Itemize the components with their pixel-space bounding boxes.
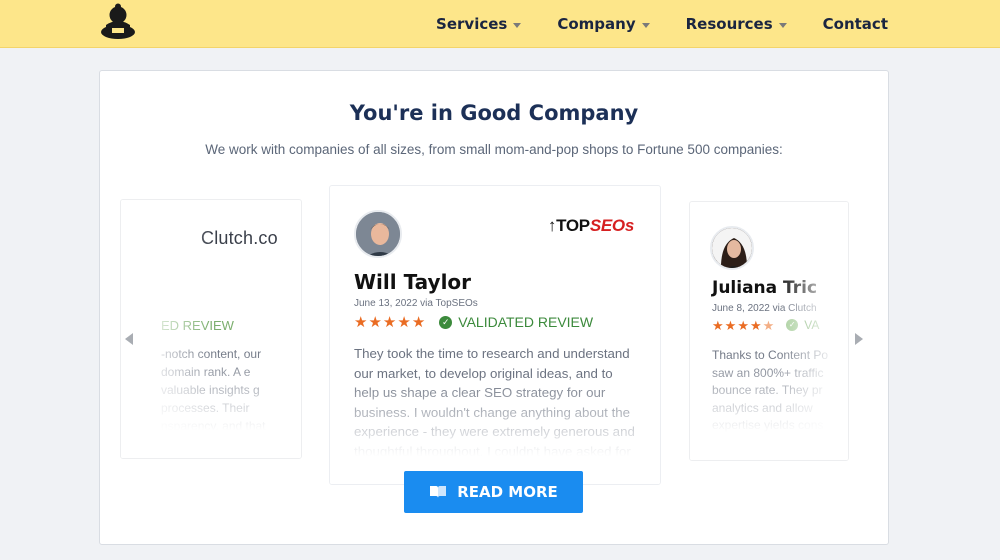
section-subtitle: We work with companies of all sizes, fro…	[205, 142, 783, 157]
read-more-label: READ MORE	[457, 483, 558, 501]
star-icon: ★	[397, 313, 411, 331]
review-card-active[interactable]: ↑TOPSEOs Will Taylor June 13, 2022 via T…	[329, 185, 661, 485]
nav-company[interactable]: Company	[557, 15, 650, 33]
nav-services[interactable]: Services	[436, 15, 522, 33]
star-icon: ★	[712, 317, 724, 333]
star-icon: ★	[749, 317, 762, 333]
check-circle-icon: ✓	[439, 315, 453, 329]
nav-resources-label: Resources	[685, 15, 773, 33]
star-icon: ★	[368, 313, 382, 331]
sumo-logo-icon[interactable]	[98, 3, 138, 41]
review-card-previous[interactable]: Clutch.co ED REVIEW -notch content, our …	[120, 199, 302, 459]
site-header: Services Company Resources Contact	[0, 0, 1000, 48]
star-icon: ★	[382, 313, 397, 331]
validated-badge: ED REVIEW	[161, 318, 234, 333]
topseos-logo-a: TOP	[556, 216, 590, 235]
validated-badge: ✓ VA	[786, 318, 819, 332]
star-rating: ★ ★ ★ ★ ★	[712, 319, 774, 332]
nav-company-label: Company	[557, 15, 636, 33]
review-text: They took the time to research and under…	[354, 346, 635, 459]
rating-row: ★ ★ ★ ★ ★ ✓ VALIDATED REVIEW	[354, 314, 593, 330]
book-icon	[429, 485, 447, 499]
section-title: You're in Good Company	[349, 101, 639, 125]
validated-label: ED REVIEW	[161, 318, 234, 333]
nav-contact[interactable]: Contact	[823, 15, 888, 33]
review-text: -notch content, our domain rank. A e val…	[161, 347, 266, 451]
chevron-down-icon	[513, 22, 522, 28]
nav-services-label: Services	[436, 15, 508, 33]
carousel-prev-arrow-icon[interactable]	[125, 333, 133, 345]
topseos-logo: ↑TOPSEOs	[548, 216, 634, 236]
star-rating: ★ ★ ★ ★ ★	[354, 315, 425, 330]
validated-label: VA	[804, 318, 820, 332]
reviewer-name: Will Taylor	[354, 270, 472, 294]
half-star-icon: ★	[762, 317, 775, 333]
reviewer-name: Juliana Tric	[712, 278, 818, 298]
star-icon: ★	[411, 313, 426, 331]
validated-label: VALIDATED REVIEW	[458, 314, 594, 330]
avatar	[710, 226, 754, 270]
carousel-next-arrow-icon[interactable]	[855, 333, 863, 345]
check-circle-icon: ✓	[786, 319, 799, 331]
validated-badge: ✓ VALIDATED REVIEW	[439, 314, 593, 330]
star-icon: ★	[737, 317, 749, 333]
nav-contact-label: Contact	[822, 15, 888, 33]
review-date: June 8, 2022 via Clutch	[712, 303, 817, 314]
main-nav: Services Company Resources Contact	[436, 0, 888, 48]
star-icon: ★	[724, 317, 737, 333]
topseos-logo-b: SEOs	[589, 216, 634, 235]
rating-row: ★ ★ ★ ★ ★ ✓ VA	[712, 318, 819, 332]
arrow-up-icon: ↑	[547, 216, 557, 235]
read-more-button[interactable]: READ MORE	[404, 471, 583, 513]
chevron-down-icon	[778, 22, 787, 28]
star-icon: ★	[354, 313, 368, 331]
review-text: Thanks to Content Po saw an 800%+ traffi…	[712, 348, 829, 450]
review-date: June 13, 2022 via TopSEOs	[354, 298, 478, 309]
avatar	[354, 210, 402, 258]
review-card-next[interactable]: Juliana Tric June 8, 2022 via Clutch ★ ★…	[689, 201, 849, 461]
chevron-down-icon	[641, 22, 650, 28]
clutch-logo: Clutch.co	[201, 228, 278, 248]
testimonials-section: You're in Good Company We work with comp…	[99, 70, 889, 545]
nav-resources[interactable]: Resources	[686, 15, 787, 33]
